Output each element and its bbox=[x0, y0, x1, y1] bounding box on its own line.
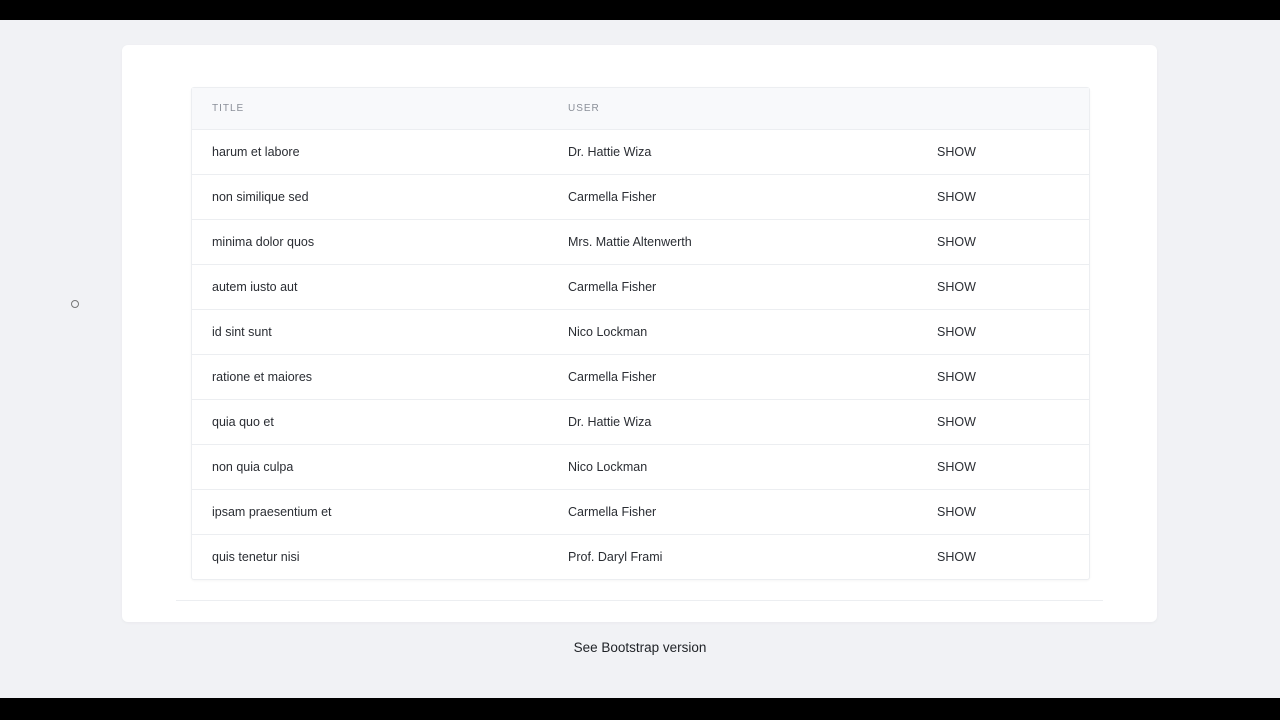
cell-user: Carmella Fisher bbox=[548, 174, 897, 220]
table-row: autem iusto aut Carmella Fisher SHOW bbox=[192, 264, 1089, 310]
show-link[interactable]: SHOW bbox=[897, 354, 1089, 400]
cell-user: Dr. Hattie Wiza bbox=[548, 399, 897, 445]
cell-user: Mrs. Mattie Altenwerth bbox=[548, 219, 897, 265]
table-header: TITLE USER bbox=[192, 88, 1089, 130]
cell-user: Carmella Fisher bbox=[548, 264, 897, 310]
table-row: harum et labore Dr. Hattie Wiza SHOW bbox=[192, 129, 1089, 175]
cell-user: Nico Lockman bbox=[548, 444, 897, 490]
column-header-user: USER bbox=[548, 88, 897, 130]
letterbox-top bbox=[0, 0, 1280, 20]
table-row: non quia culpa Nico Lockman SHOW bbox=[192, 444, 1089, 490]
column-header-title: TITLE bbox=[192, 88, 548, 130]
show-link[interactable]: SHOW bbox=[897, 399, 1089, 445]
cell-user: Dr. Hattie Wiza bbox=[548, 129, 897, 175]
cell-title: ratione et maiores bbox=[192, 354, 548, 400]
show-link[interactable]: SHOW bbox=[897, 444, 1089, 490]
show-link[interactable]: SHOW bbox=[897, 534, 1089, 579]
table-row: quis tenetur nisi Prof. Daryl Frami SHOW bbox=[192, 534, 1089, 579]
data-table-container: TITLE USER harum et labore Dr. Hattie Wi… bbox=[191, 87, 1090, 580]
cell-title: ipsam praesentium et bbox=[192, 489, 548, 535]
cell-title: non similique sed bbox=[192, 174, 548, 220]
table-row: minima dolor quos Mrs. Mattie Altenwerth… bbox=[192, 219, 1089, 265]
table-row: ipsam praesentium et Carmella Fisher SHO… bbox=[192, 489, 1089, 535]
cell-user: Prof. Daryl Frami bbox=[568, 549, 663, 564]
cell-title: minima dolor quos bbox=[192, 219, 548, 265]
show-link[interactable]: SHOW bbox=[897, 309, 1089, 355]
column-header-actions bbox=[897, 88, 1089, 130]
mouse-cursor-icon bbox=[71, 300, 79, 308]
table-row: ratione et maiores Carmella Fisher SHOW bbox=[192, 354, 1089, 400]
show-link[interactable]: SHOW bbox=[897, 174, 1089, 220]
table-body: harum et labore Dr. Hattie Wiza SHOW non… bbox=[192, 129, 1089, 579]
show-link[interactable]: SHOW bbox=[897, 219, 1089, 265]
cell-user: Nico Lockman bbox=[548, 309, 897, 355]
table-row: non similique sed Carmella Fisher SHOW bbox=[192, 174, 1089, 220]
cell-user: Carmella Fisher bbox=[548, 489, 897, 535]
table-header-row: TITLE USER bbox=[192, 88, 1089, 130]
card-divider bbox=[176, 600, 1103, 601]
page-viewport: TITLE USER harum et labore Dr. Hattie Wi… bbox=[0, 20, 1280, 698]
table-row: quia quo et Dr. Hattie Wiza SHOW bbox=[192, 399, 1089, 445]
cell-title: quis tenetur nisi bbox=[212, 549, 300, 564]
data-table: TITLE USER harum et labore Dr. Hattie Wi… bbox=[192, 88, 1089, 579]
cell-title: non quia culpa bbox=[192, 444, 548, 490]
bootstrap-version-link[interactable]: See Bootstrap version bbox=[0, 640, 1280, 655]
show-link[interactable]: SHOW bbox=[897, 264, 1089, 310]
show-link[interactable]: SHOW bbox=[897, 489, 1089, 535]
cell-title: quia quo et bbox=[192, 399, 548, 445]
table-row: id sint sunt Nico Lockman SHOW bbox=[192, 309, 1089, 355]
show-link[interactable]: SHOW bbox=[897, 129, 1089, 175]
letterbox-bottom bbox=[0, 698, 1280, 720]
cell-title: autem iusto aut bbox=[192, 264, 548, 310]
cell-title: id sint sunt bbox=[192, 309, 548, 355]
content-card: TITLE USER harum et labore Dr. Hattie Wi… bbox=[122, 45, 1157, 622]
cell-user: Carmella Fisher bbox=[548, 354, 897, 400]
cell-title: harum et labore bbox=[192, 129, 548, 175]
